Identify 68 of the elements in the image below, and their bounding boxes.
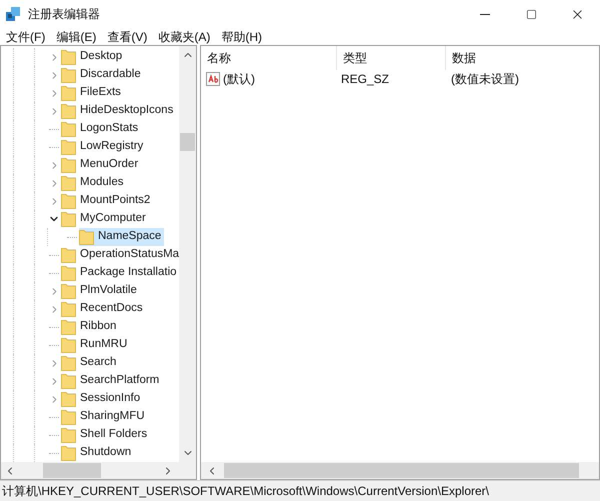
table-cell-text: (默认) — [223, 71, 255, 88]
horizontal-scrollbar[interactable] — [201, 462, 599, 479]
folder-icon — [61, 139, 76, 155]
horizontal-scrollbar[interactable] — [1, 462, 196, 479]
status-bar-path: 计算机\HKEY_CURRENT_USER\SOFTWARE\Microsoft\Windows\CurrentVersion\Explorer\ — [2, 483, 489, 500]
tree-item[interactable]: MountPoints2 — [61, 192, 154, 210]
folder-icon — [61, 49, 76, 65]
folder-icon — [61, 247, 76, 263]
tree-item[interactable]: Ribbon — [61, 318, 120, 336]
tree-item[interactable]: Desktop — [61, 48, 126, 66]
folder-icon — [61, 427, 76, 443]
folder-icon — [61, 337, 76, 353]
folder-icon — [61, 283, 76, 299]
menu-item[interactable]: 文件(F) — [6, 30, 46, 42]
folder-icon — [61, 445, 76, 461]
tree-item[interactable]: RunMRU — [61, 336, 130, 354]
folder-icon — [61, 175, 76, 191]
column-header[interactable]: 数据 — [446, 46, 599, 70]
folder-icon — [61, 85, 76, 101]
tree-item[interactable]: SearchPlatform — [61, 372, 162, 390]
folder-icon — [79, 229, 94, 245]
table-cell-text: (数值未设置) — [450, 71, 519, 88]
tree-item[interactable]: MyComputer — [61, 210, 149, 228]
tree-item[interactable]: HideDesktopIcons — [61, 102, 176, 120]
tree-item[interactable]: RecentDocs — [61, 300, 146, 318]
scrollbar-thumb[interactable] — [43, 463, 101, 478]
menu-item[interactable]: 查看(V) — [107, 30, 148, 42]
folder-icon — [61, 157, 76, 173]
menu-item[interactable]: 编辑(E) — [56, 30, 96, 42]
tree-item[interactable]: Shutdown — [61, 444, 134, 462]
folder-icon — [61, 121, 76, 137]
tree-item[interactable]: Package Installatio — [61, 264, 179, 282]
tree-item[interactable]: LogonStats — [61, 120, 142, 138]
folder-icon — [61, 409, 76, 425]
tree-item[interactable]: FileExts — [61, 84, 124, 102]
registry-app-icon — [5, 6, 21, 22]
folder-icon — [61, 301, 76, 317]
tree-item[interactable]: NameSpace — [79, 228, 164, 246]
tree-item[interactable]: MenuOrder — [61, 156, 142, 174]
tree-item[interactable]: Search — [61, 354, 120, 372]
column-header[interactable]: 名称 — [201, 46, 337, 70]
window-title: 注册表编辑器 — [28, 6, 100, 23]
scrollbar-thumb[interactable] — [180, 133, 195, 151]
tree-item[interactable]: SharingMFU — [61, 408, 148, 426]
folder-icon — [61, 67, 76, 83]
folder-icon — [61, 373, 76, 389]
tree-item[interactable]: SessionInfo — [61, 390, 144, 408]
menu-item[interactable]: 收藏夹(A) — [158, 30, 210, 42]
folder-icon — [61, 391, 76, 407]
folder-icon — [61, 211, 76, 227]
folder-icon — [61, 103, 76, 119]
string-value-icon — [206, 72, 220, 86]
folder-icon — [61, 355, 76, 371]
vertical-scrollbar[interactable] — [179, 46, 196, 462]
table-cell-text: REG_SZ — [340, 71, 390, 88]
column-header[interactable]: 类型 — [337, 46, 446, 70]
tree-item[interactable]: Discardable — [61, 66, 144, 84]
menu-item[interactable]: 帮助(H) — [221, 30, 262, 42]
tree-item[interactable]: OperationStatusMa — [61, 246, 179, 264]
folder-icon — [61, 193, 76, 209]
tree-item[interactable]: LowRegistry — [61, 138, 146, 156]
tree-item[interactable]: Shell Folders — [61, 426, 150, 444]
tree-item[interactable]: Modules — [61, 174, 126, 192]
folder-icon — [61, 265, 76, 281]
scrollbar-thumb[interactable] — [224, 463, 579, 478]
maximize-icon — [526, 8, 536, 20]
tree-item[interactable]: PlmVolatile — [61, 282, 140, 300]
folder-icon — [61, 319, 76, 335]
